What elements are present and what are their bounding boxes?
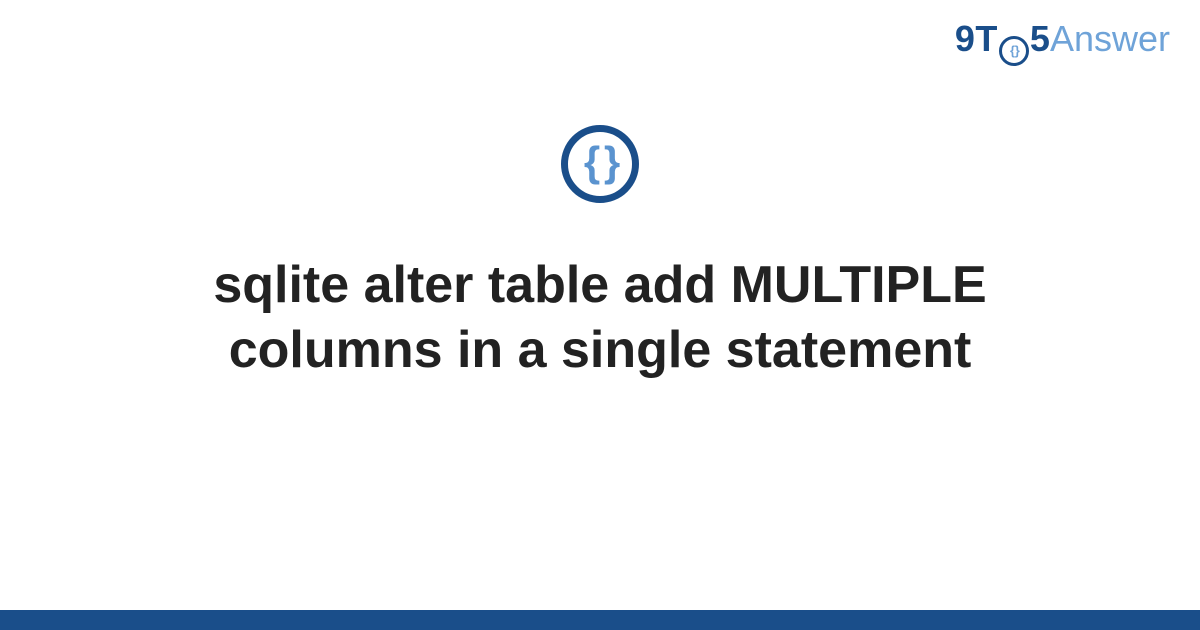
logo-text-answer: Answer	[1050, 18, 1170, 60]
main-content: { } sqlite alter table add MULTIPLE colu…	[0, 125, 1200, 383]
logo-braces-icon: { }	[1010, 44, 1018, 57]
page-title: sqlite alter table add MULTIPLE columns …	[100, 253, 1100, 383]
logo-o-ring: { }	[999, 36, 1029, 66]
code-braces-icon: { }	[561, 125, 639, 203]
braces-glyph: { }	[584, 141, 616, 183]
footer-bar	[0, 610, 1200, 630]
site-logo[interactable]: 9T { } 5 Answer	[955, 18, 1170, 62]
logo-text-5: 5	[1030, 18, 1050, 60]
logo-text-9t: 9T	[955, 18, 998, 60]
